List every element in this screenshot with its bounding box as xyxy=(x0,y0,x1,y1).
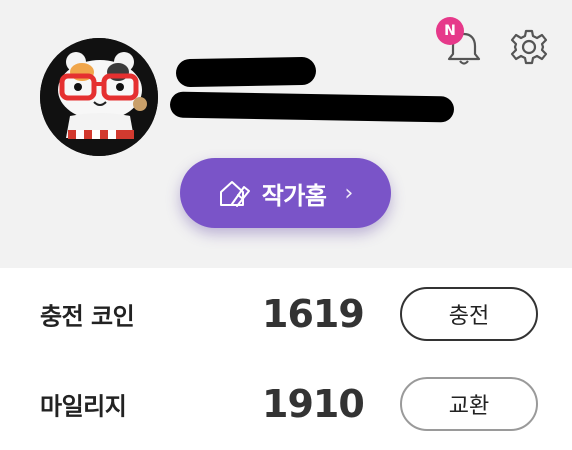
author-home-label: 작가홈 xyxy=(261,181,327,210)
charge-coin-label: 충전 코인 xyxy=(40,302,135,331)
charge-coin-row: 충전 코인 1619 충전 xyxy=(0,284,572,344)
mileage-row: 마일리지 1910 교환 xyxy=(0,374,572,434)
chevron-right-icon: › xyxy=(344,180,354,206)
notification-badge: N xyxy=(436,17,464,45)
author-home-button[interactable]: 작가홈 › xyxy=(180,158,391,228)
gear-icon xyxy=(510,29,548,65)
exchange-button[interactable]: 교환 xyxy=(400,377,538,431)
hamster-avatar-icon xyxy=(40,38,158,156)
charge-coin-value: 1619 xyxy=(262,292,365,336)
nickname-redaction xyxy=(169,91,455,123)
mileage-value: 1910 xyxy=(262,382,365,426)
author-home-icon xyxy=(219,181,250,207)
profile-header: N 작가홈 › xyxy=(0,0,572,268)
mileage-label: 마일리지 xyxy=(40,392,127,421)
charge-button[interactable]: 충전 xyxy=(400,287,538,341)
name-redaction xyxy=(175,56,317,88)
settings-button[interactable] xyxy=(510,28,548,66)
avatar[interactable] xyxy=(40,38,158,156)
